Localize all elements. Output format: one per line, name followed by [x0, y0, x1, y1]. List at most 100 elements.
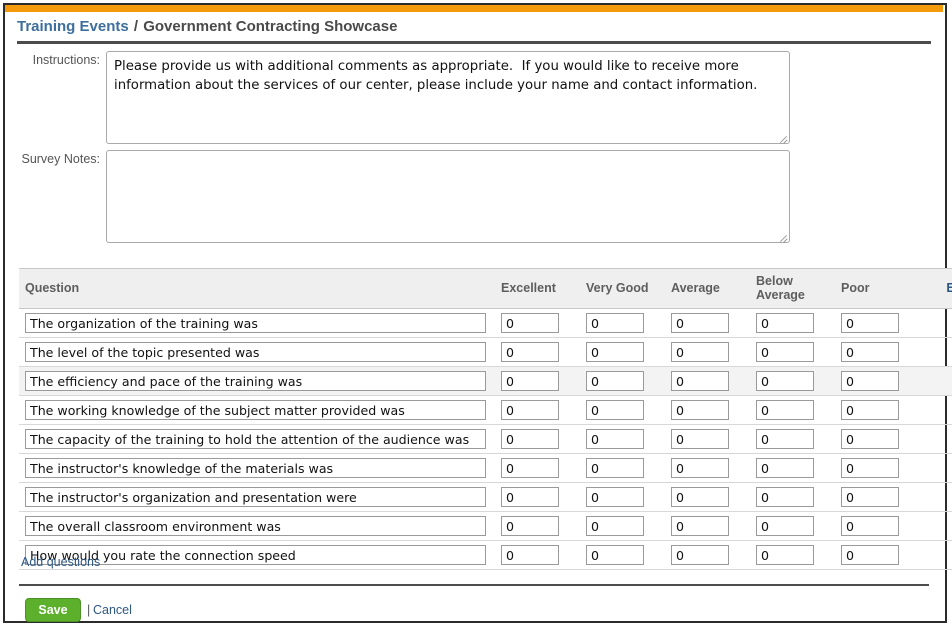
column-header-poor: Poor — [835, 269, 920, 309]
score-cell-below-average — [750, 512, 835, 541]
edit-cell: X — [920, 483, 952, 512]
question-text-input[interactable] — [25, 516, 486, 536]
breadcrumb-link-training-events[interactable]: Training Events — [17, 18, 129, 35]
score-cell-average — [665, 396, 750, 425]
score-input-below-average[interactable] — [756, 545, 814, 565]
score-input-poor[interactable] — [841, 371, 899, 391]
save-button[interactable]: Save — [25, 598, 81, 622]
score-input-very-good[interactable] — [586, 487, 644, 507]
score-input-very-good[interactable] — [586, 516, 644, 536]
score-cell-excellent — [495, 367, 580, 396]
score-input-very-good[interactable] — [586, 458, 644, 478]
question-cell — [19, 483, 495, 512]
score-input-below-average[interactable] — [756, 458, 814, 478]
score-input-very-good[interactable] — [586, 313, 644, 333]
score-input-poor[interactable] — [841, 400, 899, 420]
score-input-very-good[interactable] — [586, 545, 644, 565]
score-cell-excellent — [495, 338, 580, 367]
instructions-textarea[interactable] — [106, 51, 790, 144]
delete-row-link[interactable]: X — [926, 461, 952, 476]
edit-cell: X — [920, 396, 952, 425]
score-input-below-average[interactable] — [756, 371, 814, 391]
score-input-excellent[interactable] — [501, 487, 559, 507]
score-input-below-average[interactable] — [756, 429, 814, 449]
survey-notes-label: Survey Notes: — [15, 152, 100, 166]
score-input-average[interactable] — [671, 371, 729, 391]
delete-row-link[interactable]: X — [926, 316, 952, 331]
table-row: X — [19, 454, 952, 483]
question-cell — [19, 425, 495, 454]
action-separator: | — [87, 603, 90, 617]
score-cell-below-average — [750, 367, 835, 396]
score-input-excellent[interactable] — [501, 545, 559, 565]
delete-row-link[interactable]: X — [926, 548, 952, 563]
score-input-excellent[interactable] — [501, 458, 559, 478]
column-header-below-average: Below Average — [750, 269, 835, 309]
survey-notes-textarea[interactable] — [106, 150, 790, 243]
score-input-very-good[interactable] — [586, 371, 644, 391]
question-cell — [19, 309, 495, 338]
questions-table: Question Excellent Very Good Average Bel… — [19, 268, 952, 570]
score-cell-below-average — [750, 425, 835, 454]
score-input-very-good[interactable] — [586, 342, 644, 362]
cancel-link[interactable]: Cancel — [93, 603, 132, 617]
score-cell-average — [665, 454, 750, 483]
score-cell-below-average — [750, 309, 835, 338]
score-input-below-average[interactable] — [756, 313, 814, 333]
score-input-average[interactable] — [671, 516, 729, 536]
score-input-average[interactable] — [671, 313, 729, 333]
score-cell-very-good — [580, 309, 665, 338]
score-input-excellent[interactable] — [501, 516, 559, 536]
score-input-poor[interactable] — [841, 342, 899, 362]
delete-row-link[interactable]: X — [926, 403, 952, 418]
score-cell-average — [665, 309, 750, 338]
score-input-average[interactable] — [671, 487, 729, 507]
delete-row-link[interactable]: X — [926, 432, 952, 447]
score-input-excellent[interactable] — [501, 342, 559, 362]
score-cell-poor — [835, 367, 920, 396]
score-input-average[interactable] — [671, 400, 729, 420]
delete-row-link[interactable]: X — [926, 345, 952, 360]
score-input-very-good[interactable] — [586, 400, 644, 420]
question-text-input[interactable] — [25, 342, 486, 362]
score-cell-very-good — [580, 483, 665, 512]
title-divider — [17, 41, 931, 44]
add-questions-link[interactable]: Add questions — [21, 555, 100, 569]
score-input-below-average[interactable] — [756, 342, 814, 362]
score-input-excellent[interactable] — [501, 371, 559, 391]
delete-row-link[interactable]: X — [926, 490, 952, 505]
score-input-average[interactable] — [671, 429, 729, 449]
score-input-excellent[interactable] — [501, 313, 559, 333]
question-text-input[interactable] — [25, 487, 486, 507]
question-text-input[interactable] — [25, 400, 486, 420]
question-text-input[interactable] — [25, 458, 486, 478]
score-cell-below-average — [750, 483, 835, 512]
question-text-input[interactable] — [25, 313, 486, 333]
score-input-very-good[interactable] — [586, 429, 644, 449]
score-input-poor[interactable] — [841, 516, 899, 536]
question-text-input[interactable] — [25, 429, 486, 449]
score-input-average[interactable] — [671, 458, 729, 478]
score-cell-very-good — [580, 512, 665, 541]
score-input-below-average[interactable] — [756, 487, 814, 507]
score-input-below-average[interactable] — [756, 516, 814, 536]
delete-row-link[interactable]: X — [926, 374, 952, 389]
score-input-average[interactable] — [671, 545, 729, 565]
score-input-poor[interactable] — [841, 487, 899, 507]
score-cell-excellent — [495, 454, 580, 483]
question-text-input[interactable] — [25, 371, 486, 391]
question-cell — [19, 396, 495, 425]
score-input-poor[interactable] — [841, 458, 899, 478]
score-input-average[interactable] — [671, 342, 729, 362]
score-input-excellent[interactable] — [501, 429, 559, 449]
delete-row-link[interactable]: X — [926, 519, 952, 534]
score-input-poor[interactable] — [841, 545, 899, 565]
questions-table-header: Question Excellent Very Good Average Bel… — [19, 269, 952, 309]
score-input-poor[interactable] — [841, 313, 899, 333]
score-input-poor[interactable] — [841, 429, 899, 449]
instructions-label: Instructions: — [15, 53, 100, 67]
score-cell-excellent — [495, 425, 580, 454]
score-input-below-average[interactable] — [756, 400, 814, 420]
score-input-excellent[interactable] — [501, 400, 559, 420]
column-header-average: Average — [665, 269, 750, 309]
